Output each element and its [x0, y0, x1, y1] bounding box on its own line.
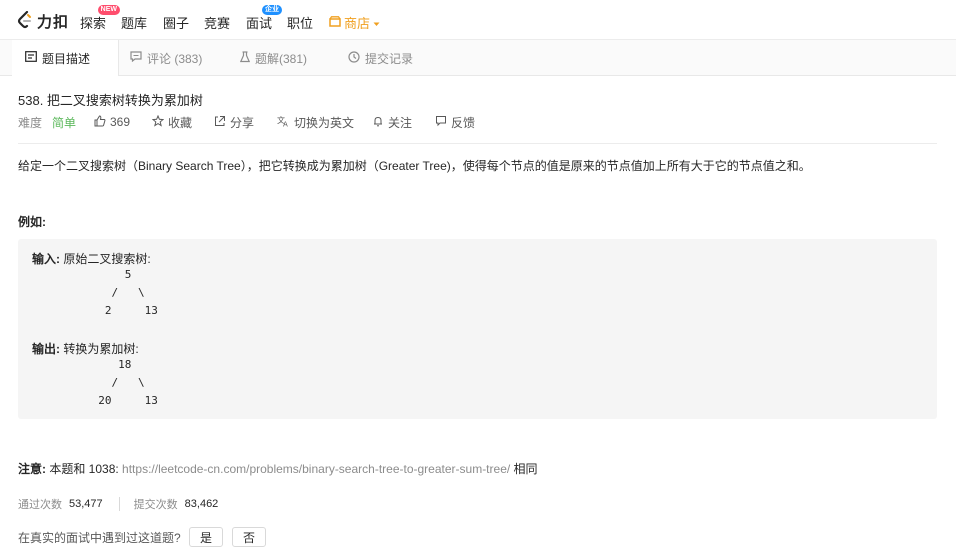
follow-label: 关注	[388, 115, 413, 130]
flask-icon	[239, 50, 251, 66]
favorite-label: 收藏	[168, 115, 193, 130]
feedback-icon	[435, 115, 447, 130]
tab-description-label: 题目描述	[42, 51, 91, 66]
accepted-count: 53,477	[69, 498, 103, 510]
follow-button[interactable]: 关注	[372, 114, 412, 131]
translate-icon: 文A	[277, 115, 290, 130]
example-block: 输入: 原始二叉搜索树: 5 / \ 2 13 输出: 转换为累加树: 18 /…	[18, 239, 937, 419]
like-count: 369	[110, 115, 131, 129]
svg-text:A: A	[283, 120, 288, 127]
example-output: 输出: 转换为累加树:	[32, 340, 139, 357]
tab-solutions-label: 题解(381)	[255, 51, 308, 66]
brand-name: 力扣	[37, 13, 70, 31]
nav-circle[interactable]: 圈子	[163, 13, 189, 32]
new-badge: NEW	[97, 5, 121, 15]
output-text: 转换为累加树:	[60, 342, 139, 356]
note-text: 本题和 1038:	[46, 462, 123, 476]
bell-icon	[372, 115, 384, 130]
example-input: 输入: 原始二叉搜索树:	[32, 250, 151, 267]
nav-problemset[interactable]: 题库	[121, 13, 147, 32]
share-button[interactable]: 分享	[214, 114, 254, 131]
input-label: 输入:	[32, 252, 60, 266]
share-icon	[214, 115, 226, 130]
tab-description[interactable]: 题目描述	[12, 40, 119, 76]
feedback-button[interactable]: 反馈	[435, 114, 475, 131]
interview-question: 在真实的面试中遇到过这道题?	[18, 531, 181, 545]
note-suffix: 相同	[510, 462, 538, 476]
tab-solutions[interactable]: 题解(381)	[228, 40, 319, 76]
enterprise-badge: 企业	[262, 5, 283, 15]
logo[interactable]: 力扣	[17, 10, 70, 32]
no-button[interactable]: 否	[232, 527, 266, 547]
nav-jobs[interactable]: 职位	[287, 13, 313, 32]
yes-button[interactable]: 是	[189, 527, 223, 547]
submissions-count: 83,462	[184, 498, 219, 510]
related-problem-link[interactable]: https://leetcode-cn.com/problems/binary-…	[122, 462, 510, 476]
nav-interview[interactable]: 面试 企业	[246, 5, 283, 32]
tab-submissions[interactable]: 提交记录	[336, 40, 425, 76]
divider	[18, 143, 937, 144]
note-label: 注意:	[18, 462, 46, 476]
nav-interview-label: 面试	[246, 16, 273, 31]
example-heading: 例如:	[18, 215, 46, 229]
top-navbar: 力扣 探索 NEW 题库 圈子 竞赛 面试 企业 职位 商店	[0, 0, 956, 40]
clock-icon	[348, 50, 360, 66]
tab-submissions-label: 提交记录	[365, 51, 414, 66]
translate-button[interactable]: 文A 切换为英文	[277, 114, 354, 131]
difficulty-value: 简单	[52, 115, 77, 130]
submissions-label: 提交次数	[133, 499, 178, 511]
tab-comments[interactable]: 评论 (383)	[118, 40, 214, 76]
output-label: 输出:	[32, 342, 60, 356]
comment-icon	[130, 51, 142, 65]
nav-store-label: 商店	[344, 16, 371, 31]
feedback-label: 反馈	[451, 115, 476, 130]
document-icon	[25, 51, 37, 65]
caret-down-icon	[373, 15, 380, 30]
problem-title: 538. 把二叉搜索树转换为累加树	[18, 93, 203, 108]
accepted-label: 通过次数	[18, 499, 62, 511]
nav-store[interactable]: 商店	[329, 13, 380, 32]
star-icon	[151, 114, 165, 130]
output-tree: 18 / \ 20 13	[98, 358, 158, 407]
leetcode-logo-icon	[17, 10, 33, 32]
input-text: 原始二叉搜索树:	[60, 252, 151, 266]
stats-separator	[118, 497, 120, 511]
thumbs-up-icon	[94, 114, 106, 130]
nav-explore-label: 探索	[80, 16, 107, 31]
problem-description: 给定一个二叉搜索树（Binary Search Tree），把它转换成为累加树（…	[18, 159, 811, 173]
share-label: 分享	[230, 115, 255, 130]
store-icon	[329, 15, 341, 30]
nav-contest[interactable]: 竞赛	[204, 13, 230, 32]
difficulty: 难度 简单	[18, 114, 76, 131]
favorite-button[interactable]: 收藏	[151, 114, 193, 131]
note: 注意: 本题和 1038: https://leetcode-cn.com/pr…	[18, 460, 538, 477]
difficulty-label: 难度	[18, 115, 43, 130]
translate-label: 切换为英文	[294, 115, 355, 130]
tab-comments-label: 评论 (383)	[147, 51, 203, 66]
problem-tabs: 题目描述 评论 (383) 题解(381) 提交记录	[0, 40, 956, 76]
submission-stats: 通过次数 53,477 提交次数 83,462	[18, 496, 218, 512]
nav-explore[interactable]: 探索 NEW	[80, 5, 121, 32]
input-tree: 5 / \ 2 13	[104, 268, 158, 317]
like-button[interactable]: 369	[94, 114, 131, 130]
